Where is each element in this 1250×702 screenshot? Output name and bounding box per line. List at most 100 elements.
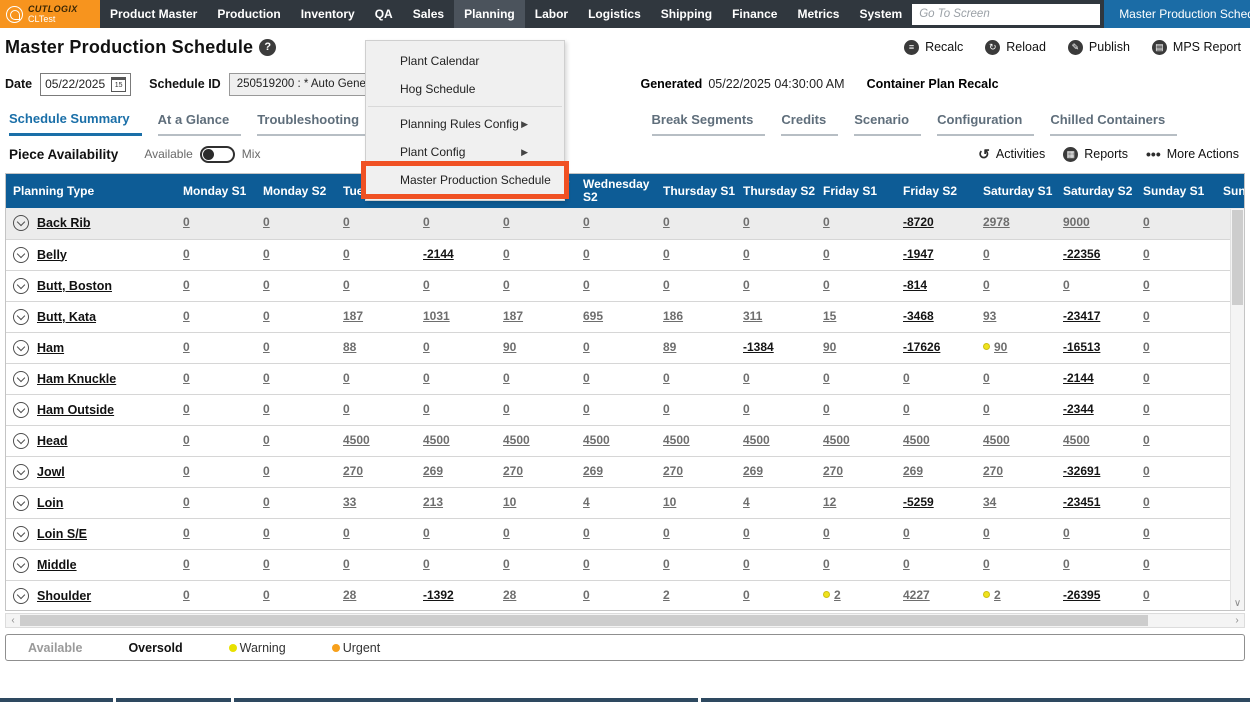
planning-type-link[interactable]: Belly bbox=[37, 248, 67, 262]
nav-item-inventory[interactable]: Inventory bbox=[291, 0, 365, 28]
availability-value-link[interactable]: 88 bbox=[343, 340, 356, 354]
date-field[interactable]: 05/22/2025 15 bbox=[40, 73, 131, 96]
availability-value-link[interactable]: 0 bbox=[263, 495, 270, 509]
availability-value-link[interactable]: 0 bbox=[503, 371, 510, 385]
availability-value-link[interactable]: 4500 bbox=[823, 433, 850, 447]
expand-row-icon[interactable] bbox=[13, 588, 29, 604]
availability-value-link[interactable]: 0 bbox=[983, 526, 990, 540]
help-icon[interactable]: ? bbox=[259, 39, 276, 56]
availability-value-link[interactable]: -814 bbox=[903, 278, 927, 292]
nav-item-metrics[interactable]: Metrics bbox=[787, 0, 849, 28]
availability-value-link[interactable]: 0 bbox=[263, 526, 270, 540]
menu-item-planning-rules-config[interactable]: Planning Rules Config▶ bbox=[366, 110, 564, 138]
availability-value-link[interactable]: 0 bbox=[583, 588, 590, 602]
availability-value-link[interactable]: -32691 bbox=[1063, 464, 1100, 478]
availability-value-link[interactable]: 0 bbox=[263, 340, 270, 354]
availability-value-link[interactable]: 213 bbox=[423, 495, 443, 509]
availability-value-link[interactable]: 270 bbox=[503, 464, 523, 478]
availability-value-link[interactable]: 0 bbox=[503, 526, 510, 540]
availability-value-link[interactable]: 90 bbox=[503, 340, 516, 354]
availability-value-link[interactable]: 0 bbox=[583, 215, 590, 229]
screen-selector-dropdown[interactable]: Master Production Schedule bbox=[1104, 0, 1250, 28]
availability-value-link[interactable]: 0 bbox=[423, 402, 430, 416]
availability-value-link[interactable]: 0 bbox=[183, 247, 190, 261]
availability-value-link[interactable]: 2 bbox=[834, 588, 841, 602]
availability-value-link[interactable]: 270 bbox=[823, 464, 843, 478]
planning-type-link[interactable]: Loin S/E bbox=[37, 527, 87, 541]
expand-row-icon[interactable] bbox=[13, 402, 29, 418]
availability-value-link[interactable]: 2 bbox=[663, 588, 670, 602]
availability-value-link[interactable]: 0 bbox=[1143, 588, 1150, 602]
availability-value-link[interactable]: 34 bbox=[983, 495, 996, 509]
availability-value-link[interactable]: 0 bbox=[1143, 526, 1150, 540]
availability-value-link[interactable]: 187 bbox=[343, 309, 363, 323]
availability-value-link[interactable]: 4500 bbox=[663, 433, 690, 447]
expand-row-icon[interactable] bbox=[13, 526, 29, 542]
availability-value-link[interactable]: 12 bbox=[823, 495, 836, 509]
availability-value-link[interactable]: 0 bbox=[263, 588, 270, 602]
horizontal-scrollbar[interactable]: ‹ › bbox=[5, 613, 1245, 628]
planning-type-link[interactable]: Ham bbox=[37, 341, 64, 355]
tab-troubleshooting[interactable]: Troubleshooting bbox=[257, 112, 371, 136]
availability-value-link[interactable]: 0 bbox=[503, 402, 510, 416]
availability-value-link[interactable]: 0 bbox=[423, 371, 430, 385]
availability-value-link[interactable]: 4 bbox=[583, 495, 590, 509]
more-actions-button[interactable]: •••More Actions bbox=[1146, 147, 1239, 161]
planning-type-link[interactable]: Butt, Kata bbox=[37, 310, 96, 324]
nav-item-labor[interactable]: Labor bbox=[525, 0, 578, 28]
availability-value-link[interactable]: 0 bbox=[1143, 433, 1150, 447]
availability-value-link[interactable]: 0 bbox=[1143, 278, 1150, 292]
menu-item-plant-config[interactable]: Plant Config▶ bbox=[366, 138, 564, 166]
nav-item-shipping[interactable]: Shipping bbox=[651, 0, 722, 28]
availability-value-link[interactable]: 0 bbox=[743, 371, 750, 385]
availability-value-link[interactable]: 90 bbox=[994, 340, 1007, 354]
availability-value-link[interactable]: 0 bbox=[583, 557, 590, 571]
availability-value-link[interactable]: -16513 bbox=[1063, 340, 1100, 354]
expand-row-icon[interactable] bbox=[13, 495, 29, 511]
planning-type-link[interactable]: Loin bbox=[37, 496, 63, 510]
planning-type-link[interactable]: Shoulder bbox=[37, 589, 91, 603]
availability-value-link[interactable]: 0 bbox=[183, 215, 190, 229]
availability-value-link[interactable]: 4500 bbox=[983, 433, 1010, 447]
vertical-scrollbar[interactable]: ∨ bbox=[1230, 209, 1244, 610]
availability-value-link[interactable]: 0 bbox=[263, 557, 270, 571]
availability-value-link[interactable]: 0 bbox=[583, 278, 590, 292]
planning-type-link[interactable]: Back Rib bbox=[37, 216, 91, 230]
availability-value-link[interactable]: 0 bbox=[743, 526, 750, 540]
availability-value-link[interactable]: 0 bbox=[903, 371, 910, 385]
availability-value-link[interactable]: 0 bbox=[423, 526, 430, 540]
availability-value-link[interactable]: 0 bbox=[343, 247, 350, 261]
availability-value-link[interactable]: -23451 bbox=[1063, 495, 1100, 509]
availability-value-link[interactable]: 0 bbox=[183, 588, 190, 602]
expand-row-icon[interactable] bbox=[13, 557, 29, 573]
availability-value-link[interactable]: 269 bbox=[583, 464, 603, 478]
availability-value-link[interactable]: 0 bbox=[1143, 464, 1150, 478]
tab-scenario[interactable]: Scenario bbox=[854, 112, 921, 136]
availability-value-link[interactable]: 0 bbox=[183, 464, 190, 478]
availability-value-link[interactable]: 0 bbox=[983, 247, 990, 261]
availability-value-link[interactable]: 311 bbox=[743, 309, 762, 323]
availability-value-link[interactable]: 0 bbox=[183, 309, 190, 323]
availability-value-link[interactable]: 0 bbox=[823, 557, 830, 571]
availability-value-link[interactable]: 89 bbox=[663, 340, 676, 354]
expand-row-icon[interactable] bbox=[13, 433, 29, 449]
availability-value-link[interactable]: 0 bbox=[583, 340, 590, 354]
availability-value-link[interactable]: 2978 bbox=[983, 215, 1010, 229]
calendar-icon[interactable]: 15 bbox=[111, 77, 126, 92]
availability-value-link[interactable]: -23417 bbox=[1063, 309, 1100, 323]
nav-item-logistics[interactable]: Logistics bbox=[578, 0, 651, 28]
availability-value-link[interactable]: 90 bbox=[823, 340, 836, 354]
availability-value-link[interactable]: 0 bbox=[663, 215, 670, 229]
availability-value-link[interactable]: 187 bbox=[503, 309, 523, 323]
planning-type-link[interactable]: Ham Outside bbox=[37, 403, 114, 417]
availability-value-link[interactable]: 0 bbox=[503, 278, 510, 292]
availability-value-link[interactable]: 0 bbox=[983, 371, 990, 385]
availability-value-link[interactable]: 0 bbox=[263, 464, 270, 478]
availability-value-link[interactable]: 269 bbox=[903, 464, 923, 478]
availability-value-link[interactable]: 0 bbox=[183, 340, 190, 354]
availability-value-link[interactable]: -1384 bbox=[743, 340, 774, 354]
availability-value-link[interactable]: 0 bbox=[263, 402, 270, 416]
availability-value-link[interactable]: 0 bbox=[743, 278, 750, 292]
availability-value-link[interactable]: -26395 bbox=[1063, 588, 1100, 602]
tab-chilled-containers[interactable]: Chilled Containers bbox=[1050, 112, 1177, 136]
